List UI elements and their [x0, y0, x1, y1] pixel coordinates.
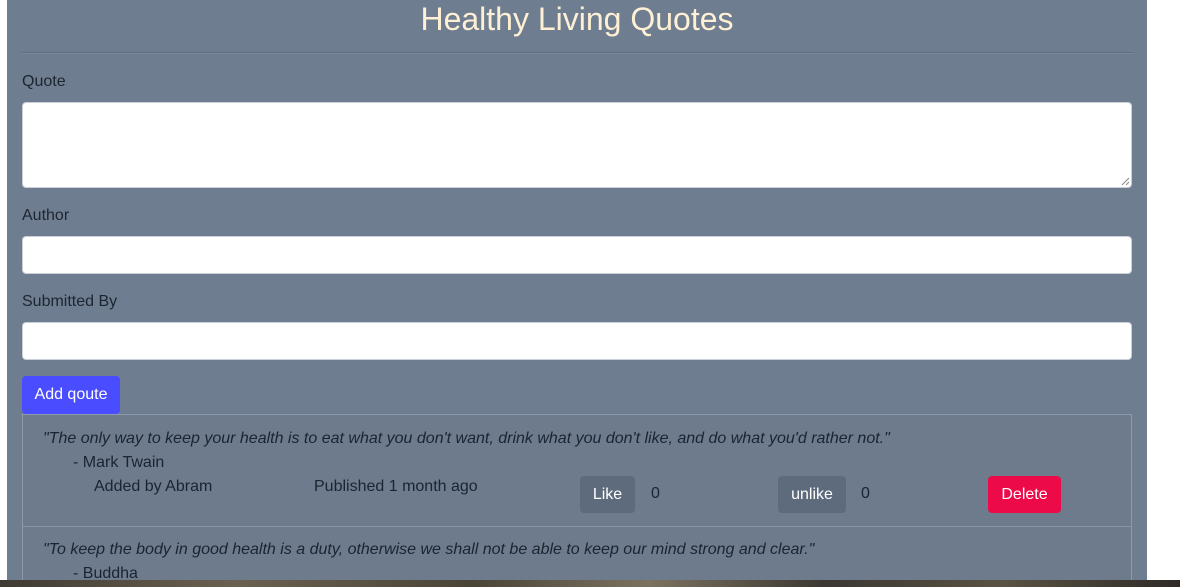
quote-author: - Mark Twain [73, 454, 165, 471]
add-quote-button[interactable]: Add qoute [22, 376, 120, 414]
added-by: Added by Abram [94, 478, 213, 495]
submitted-by-label: Submitted By [22, 293, 118, 310]
delete-button[interactable]: Delete [988, 476, 1061, 513]
quote-text: "To keep the body in good health is a du… [43, 541, 815, 558]
author-input[interactable] [22, 236, 1132, 274]
list-item: "To keep the body in good health is a du… [23, 527, 1131, 587]
quote-label: Quote [22, 73, 66, 90]
divider [22, 52, 1132, 54]
unlike-button[interactable]: unlike [778, 476, 846, 513]
like-count: 0 [651, 485, 660, 502]
resize-handle-icon [1121, 177, 1129, 185]
published-time: Published 1 month ago [314, 478, 478, 495]
main-panel: Healthy Living Quotes Quote Author Submi… [7, 0, 1147, 587]
page-title: Healthy Living Quotes [420, 1, 734, 37]
background-image-strip [0, 580, 1180, 587]
like-button[interactable]: Like [580, 476, 635, 513]
quote-textarea[interactable] [22, 102, 1132, 188]
author-label: Author [22, 207, 70, 224]
quote-text: "The only way to keep your health is to … [43, 430, 890, 447]
submitted-by-input[interactable] [22, 322, 1132, 360]
unlike-count: 0 [861, 485, 870, 502]
quote-list: "The only way to keep your health is to … [22, 414, 1132, 587]
list-item: "The only way to keep your health is to … [23, 415, 1131, 527]
